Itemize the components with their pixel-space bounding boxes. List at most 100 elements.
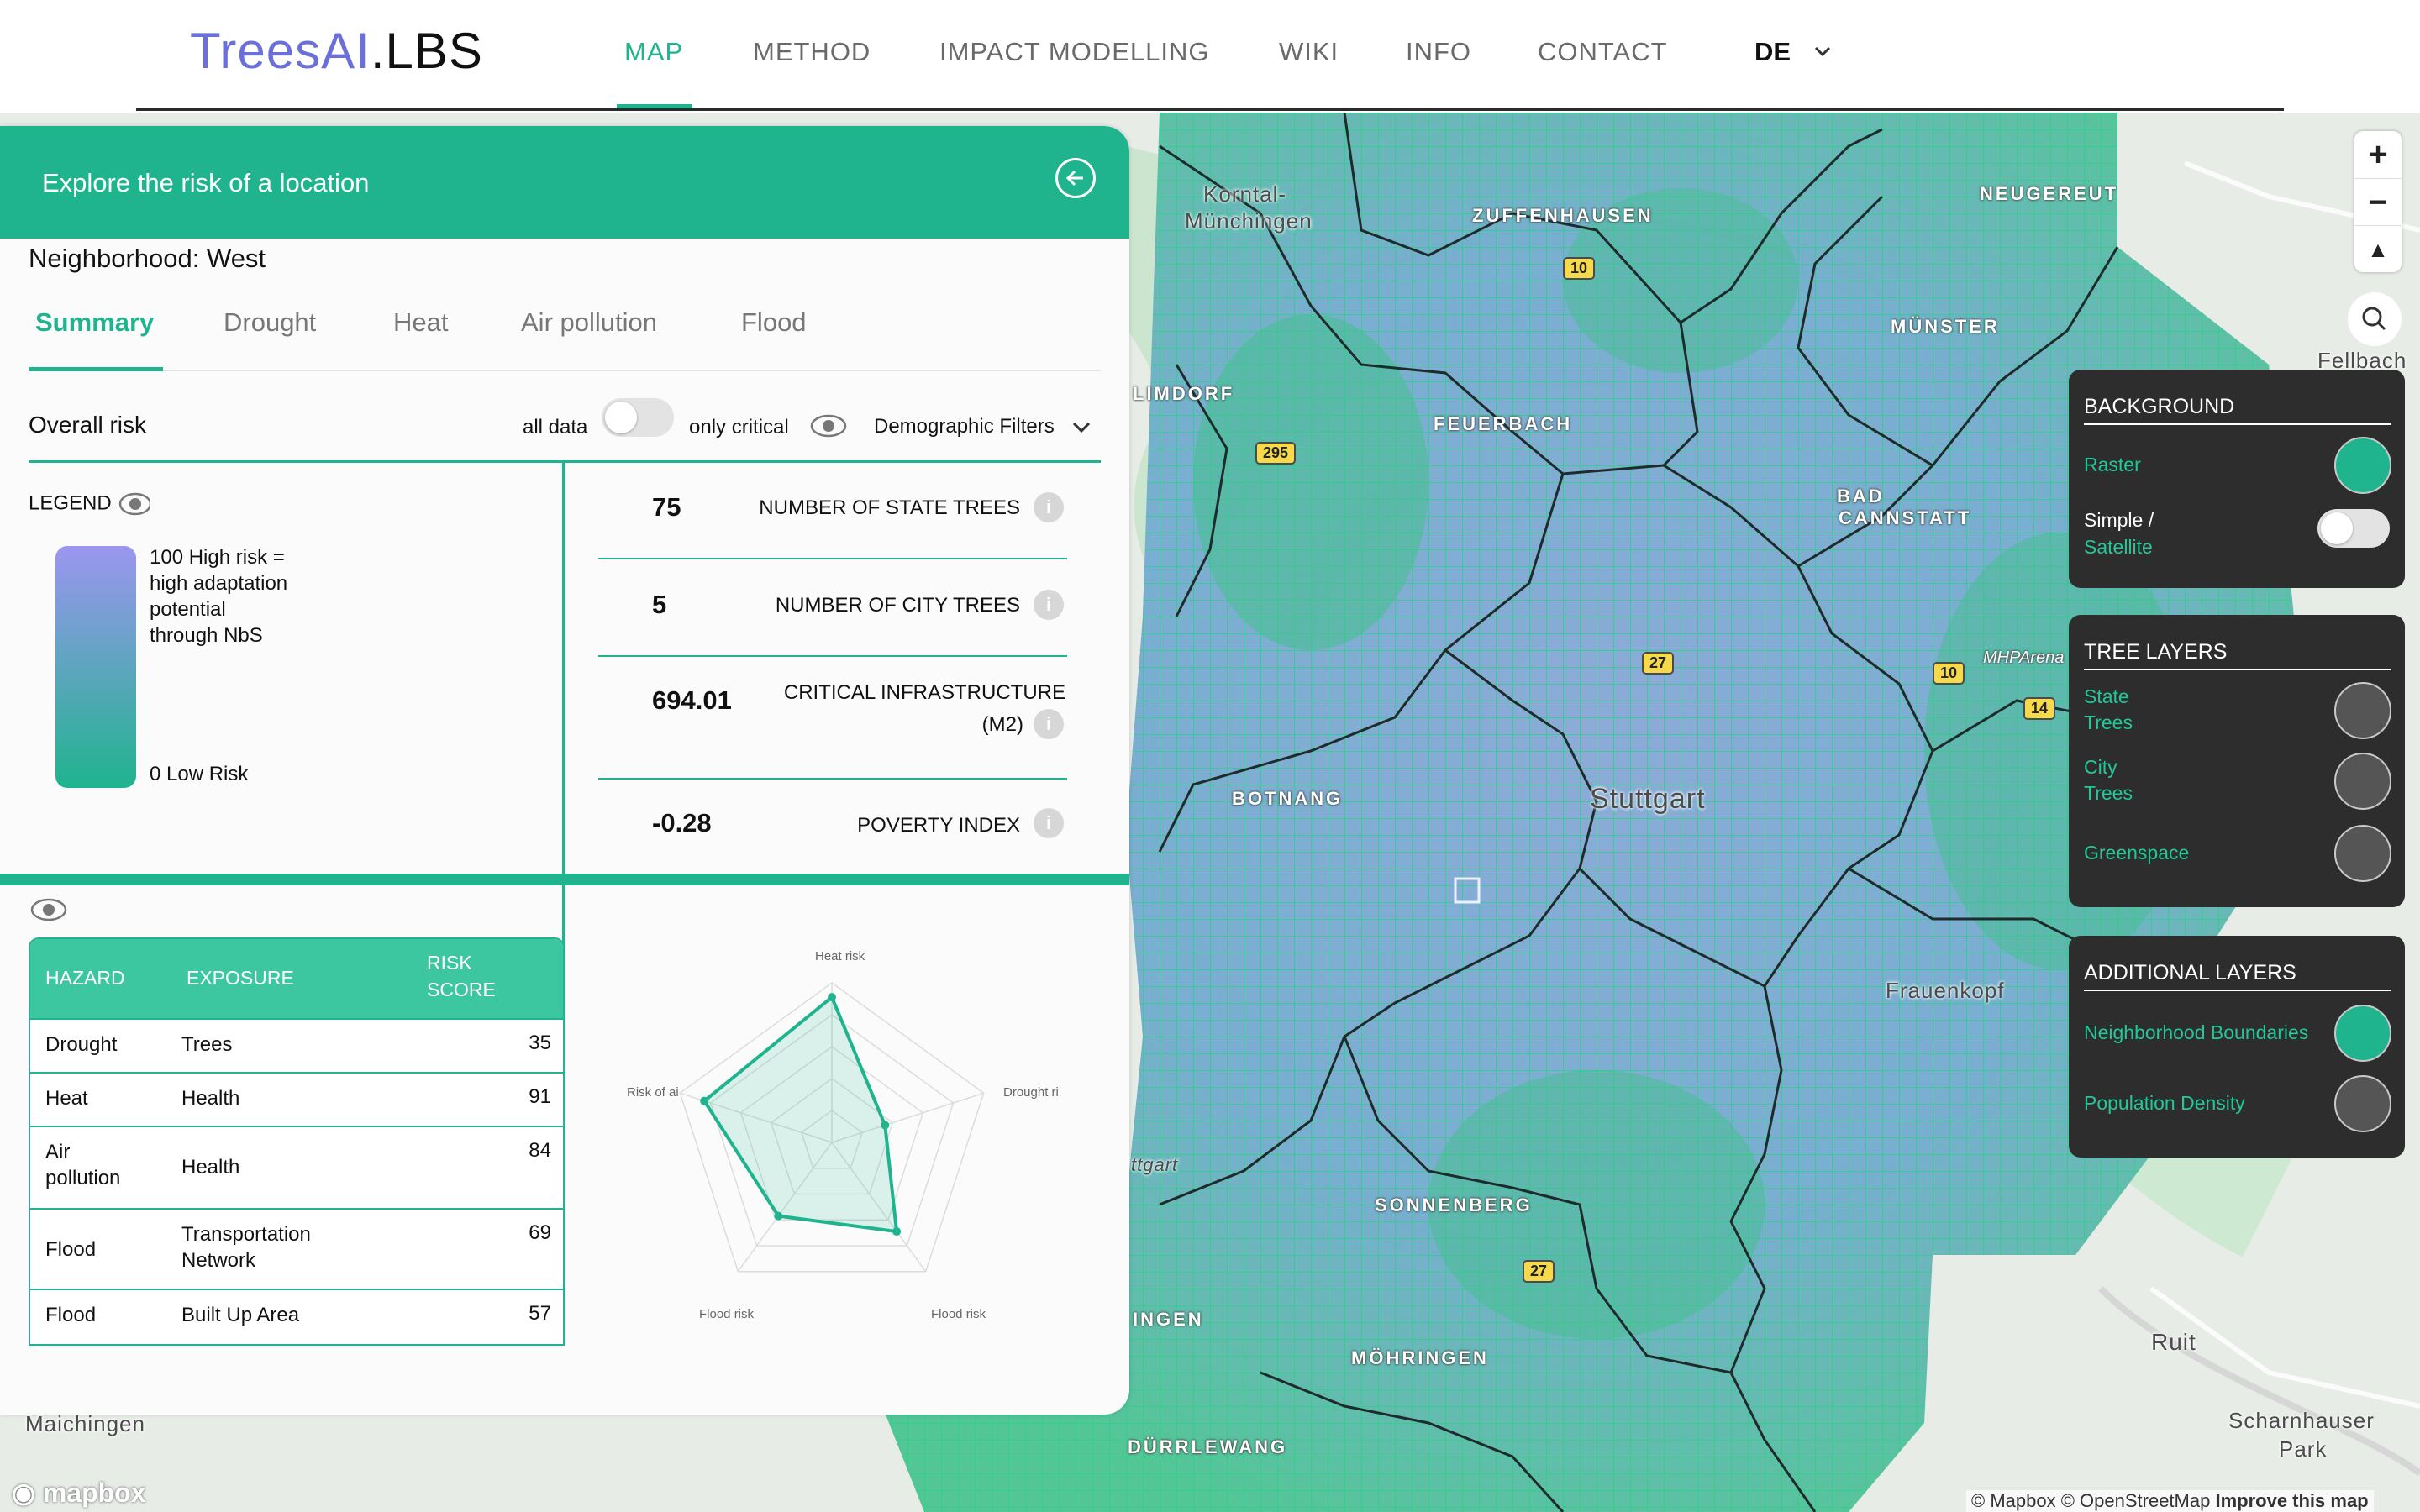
poverty-index-label: POVERTY INDEX xyxy=(857,814,1020,837)
mapbox-logo[interactable]: ◉ mapbox xyxy=(12,1477,146,1509)
greenspace-label: Greenspace xyxy=(2084,842,2190,864)
stat-divider xyxy=(598,558,1067,559)
raster-toggle[interactable] xyxy=(2334,437,2391,494)
eye-icon[interactable] xyxy=(30,895,67,924)
population-density-label: Population Density xyxy=(2084,1092,2245,1114)
tab-heat[interactable]: Heat xyxy=(393,307,448,338)
tree-layers-title: TREE LAYERS xyxy=(2084,640,2228,664)
city-trees-label-1: City xyxy=(2084,756,2118,778)
radar-data-point xyxy=(774,1211,783,1221)
map-label-scharnhauser: Scharnhauser xyxy=(2228,1408,2375,1433)
simple-label: Simple / xyxy=(2084,509,2154,531)
critical-infrastructure-label-1: CRITICAL INFRASTRUCTURE xyxy=(783,681,1065,704)
header-hazard: HAZARD xyxy=(45,967,125,989)
top-navbar: TreesAI.LBS MAP METHOD IMPACT MODELLING … xyxy=(0,0,2420,113)
zoom-controls: + − ▲ xyxy=(2354,131,2402,272)
panel-title: Explore the risk of a location xyxy=(42,168,370,197)
tab-drought[interactable]: Drought xyxy=(224,307,316,338)
map-label-ruit: Ruit xyxy=(2151,1329,2196,1355)
tree-layers-panel: TREE LAYERS State Trees City Trees Green… xyxy=(2069,615,2405,907)
only-critical-label: only critical xyxy=(689,416,789,438)
radar-data-point xyxy=(892,1227,902,1236)
legend-high-4: through NbS xyxy=(150,624,263,647)
column-divider xyxy=(562,462,565,1000)
city-trees-value: 5 xyxy=(652,590,667,619)
map-label-bad: BAD xyxy=(1837,486,1885,507)
compass-button[interactable]: ▲ xyxy=(2354,225,2402,272)
tab-air-pollution[interactable]: Air pollution xyxy=(521,307,657,338)
header-score: SCORE xyxy=(427,979,496,1000)
map-label-ttgart: ttgart xyxy=(1131,1154,1179,1175)
info-icon[interactable]: i xyxy=(1034,590,1064,620)
chevron-down-icon xyxy=(1073,422,1091,433)
table-row[interactable]: Drought Trees 35 xyxy=(30,1018,563,1072)
tab-summary[interactable]: Summary xyxy=(35,307,154,338)
neighborhood-boundaries-toggle[interactable] xyxy=(2334,1005,2391,1062)
map-label-stuttgart: Stuttgart xyxy=(1590,783,1706,815)
section-band xyxy=(0,874,1129,885)
additional-layers-panel: ADDITIONAL LAYERS Neighborhood Boundarie… xyxy=(2069,936,2405,1158)
map-label-zuffenhausen: ZUFFENHAUSEN xyxy=(1472,205,1654,226)
table-row[interactable]: Flood Built Up Area 57 xyxy=(30,1289,563,1344)
background-title: BACKGROUND xyxy=(2084,395,2235,418)
collapse-panel-button[interactable] xyxy=(1055,158,1096,198)
map-label-frauenkopf: Frauenkopf xyxy=(1886,978,2005,1003)
zoom-out-button[interactable]: − xyxy=(2354,178,2402,225)
nav-map[interactable]: MAP xyxy=(624,37,683,67)
map-label-muenchingen: Münchingen xyxy=(1185,208,1313,234)
population-density-toggle[interactable] xyxy=(2334,1075,2391,1132)
nav-wiki[interactable]: WIKI xyxy=(1279,37,1339,67)
state-trees-label-1: State xyxy=(2084,685,2129,707)
map-label-moehringen: MÖHRINGEN xyxy=(1351,1347,1489,1368)
map-search-button[interactable] xyxy=(2348,292,2402,346)
radar-data-point xyxy=(700,1096,709,1105)
info-icon[interactable]: i xyxy=(1034,492,1064,522)
state-trees-label-2: Trees xyxy=(2084,711,2133,733)
tab-flood[interactable]: Flood xyxy=(741,307,807,338)
city-trees-toggle[interactable] xyxy=(2334,753,2391,810)
road-shield: 295 xyxy=(1255,442,1297,465)
map-label-muenster: MÜNSTER xyxy=(1891,316,2000,337)
map-label-feuerbach: FEUERBACH xyxy=(1434,413,1573,434)
radar-axis-label-flood-2: Flood risk xyxy=(699,1307,755,1321)
city-trees-label: NUMBER OF CITY TREES xyxy=(775,594,1020,617)
risk-gradient-bar xyxy=(55,546,136,788)
eye-icon[interactable] xyxy=(810,412,847,440)
table-row[interactable]: Flood Transportation Network 69 xyxy=(30,1208,563,1289)
language-selector[interactable]: DE xyxy=(1754,37,1791,67)
demographic-filters-dropdown[interactable]: Demographic Filters xyxy=(874,415,1092,438)
table-row[interactable]: Heat Health 91 xyxy=(30,1072,563,1126)
map-label-limdorf: LIMDORF xyxy=(1133,383,1235,404)
map-label-mhp-arena: MHPArena xyxy=(1983,648,2065,667)
simple-satellite-switch[interactable] xyxy=(2317,509,2390,548)
nav-method[interactable]: METHOD xyxy=(753,37,871,67)
info-icon[interactable]: i xyxy=(1034,709,1064,739)
state-trees-toggle[interactable] xyxy=(2334,682,2391,739)
info-icon[interactable]: i xyxy=(1034,808,1064,838)
eye-icon[interactable] xyxy=(117,490,152,518)
section-divider xyxy=(29,460,1101,463)
critical-filter-switch[interactable] xyxy=(602,398,674,437)
arrow-left-icon xyxy=(1065,170,1083,186)
nav-impact-modelling[interactable]: IMPACT MODELLING xyxy=(939,37,1209,67)
app-logo[interactable]: TreesAI.LBS xyxy=(190,22,483,80)
risk-radar-chart xyxy=(679,982,985,1273)
raster-label: Raster xyxy=(2084,454,2141,475)
radar-data-point xyxy=(828,993,836,1002)
risk-panel: Explore the risk of a location Neighborh… xyxy=(0,126,1129,1415)
chevron-down-icon[interactable] xyxy=(1813,42,1832,60)
nav-info[interactable]: INFO xyxy=(1406,37,1471,67)
table-row[interactable]: Air pollution Health 84 xyxy=(30,1126,563,1208)
improve-map-link[interactable]: Improve this map xyxy=(2215,1490,2368,1511)
stat-divider xyxy=(598,778,1067,780)
zoom-in-button[interactable]: + xyxy=(2354,131,2402,178)
greenspace-toggle[interactable] xyxy=(2334,825,2391,882)
neighborhood-boundaries-label: Neighborhood Boundaries xyxy=(2084,1021,2309,1043)
nav-contact[interactable]: CONTACT xyxy=(1538,37,1668,67)
all-data-label: all data xyxy=(523,416,588,438)
map-label-ingen: INGEN xyxy=(1133,1309,1204,1330)
divider xyxy=(2084,669,2391,670)
divider xyxy=(2084,423,2391,425)
map-label-botnang: BOTNANG xyxy=(1232,788,1344,809)
poverty-index-value: -0.28 xyxy=(652,808,712,837)
